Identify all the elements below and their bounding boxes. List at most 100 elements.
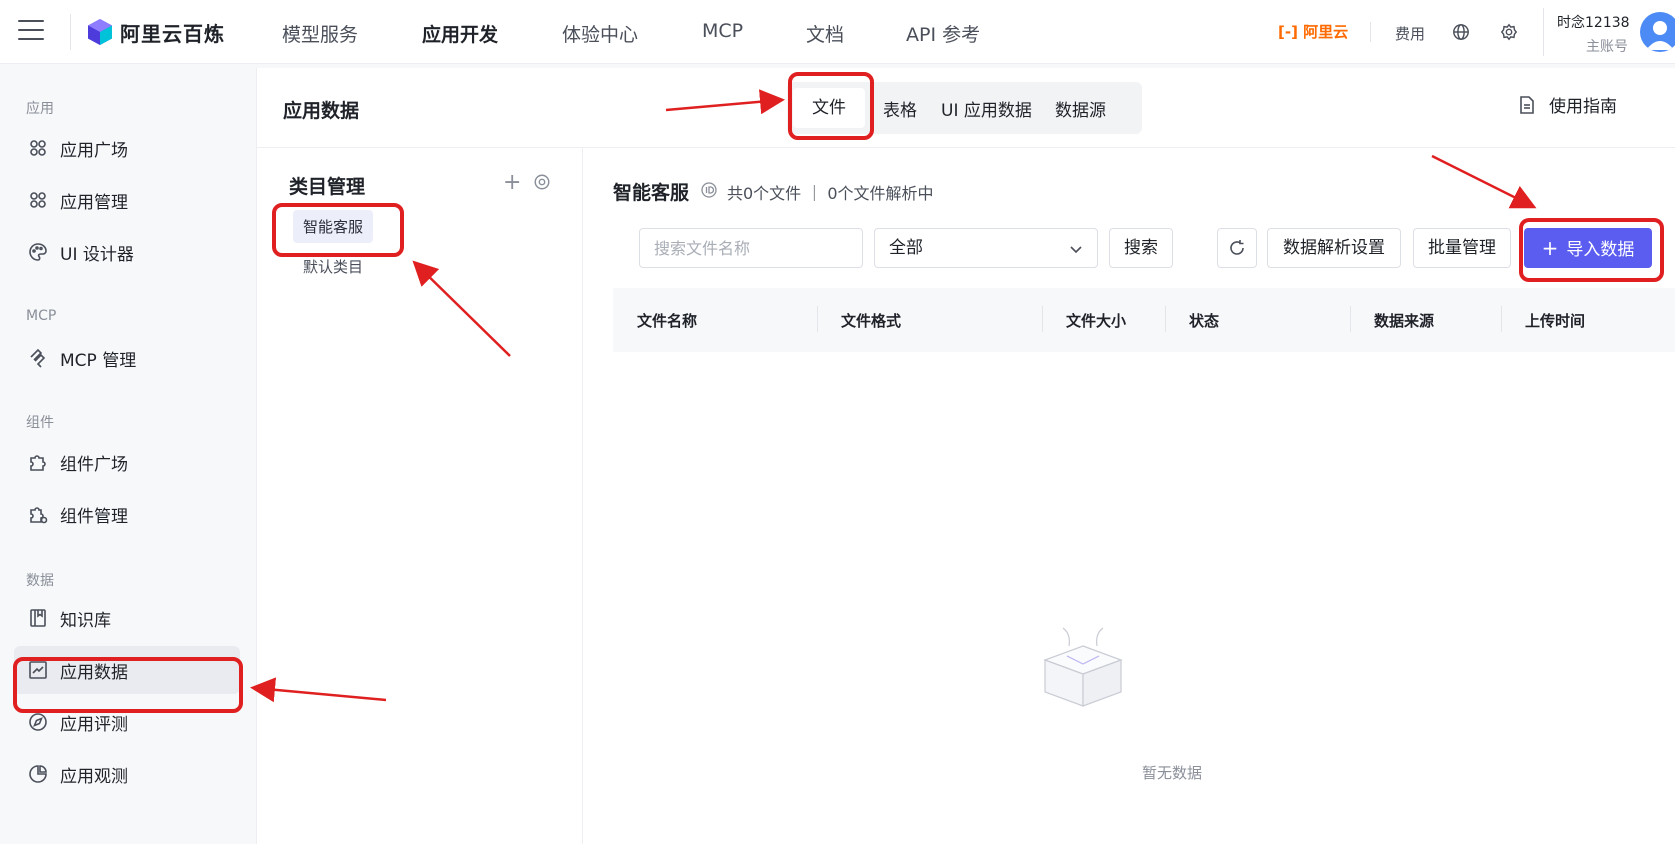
category-title: 类目管理: [289, 176, 366, 198]
sidebar-item-label: UI 设计器: [60, 244, 134, 265]
refresh-button[interactable]: [1217, 228, 1257, 268]
nav-app-dev[interactable]: 应用开发: [422, 20, 498, 47]
sidebar-item-component-square[interactable]: 组件广场: [14, 438, 240, 486]
content-title: 智能客服: [613, 182, 690, 204]
avatar[interactable]: [1640, 12, 1675, 52]
palette-icon: [29, 243, 47, 261]
mcp-icon: [30, 348, 46, 368]
sidebar-item-label: 应用数据: [60, 662, 128, 683]
guide-label: 使用指南: [1549, 97, 1617, 117]
group-label-component: 组件: [26, 415, 54, 431]
sidebar-item-app-manage[interactable]: 应用管理: [14, 176, 240, 224]
tab-file[interactable]: 文件: [793, 88, 865, 128]
category-item-smart-service[interactable]: 智能客服: [293, 210, 374, 243]
book-icon: [30, 609, 46, 627]
tab-table[interactable]: 表格: [883, 96, 917, 121]
document-icon: [1520, 95, 1534, 114]
divider: [257, 147, 1675, 148]
user-name[interactable]: 时念12138: [1557, 12, 1630, 32]
sidebar-item-label: 应用管理: [60, 192, 128, 213]
sidebar-item-label: 应用广场: [60, 140, 128, 161]
sidebar-item-component-manage[interactable]: 组件管理: [14, 490, 240, 538]
sidebar-item-label: 应用评测: [60, 714, 128, 735]
plus-icon: +: [1541, 236, 1559, 260]
divider: [1501, 306, 1502, 332]
column-header: 状态: [1189, 312, 1220, 330]
import-data-button[interactable]: + 导入数据: [1524, 228, 1652, 268]
tab-ui-app-data[interactable]: UI 应用数据: [941, 96, 1032, 121]
user-role: 主账号: [1586, 39, 1628, 55]
table-header: 文件名称 文件格式 文件大小 状态 数据来源 上传时间: [613, 288, 1675, 352]
sidebar-item-ui-designer[interactable]: UI 设计器: [14, 228, 240, 276]
chart-icon: [29, 661, 47, 679]
divider: [1543, 8, 1544, 56]
group-label-app: 应用: [26, 101, 54, 117]
puzzle-gear-icon: [30, 507, 48, 524]
data-type-tabs: 文件 表格 UI 应用数据 数据源: [787, 82, 1142, 134]
sidebar-item-knowledge[interactable]: 知识库: [14, 594, 240, 642]
sidebar-item-app-square[interactable]: 应用广场: [14, 124, 240, 172]
parse-settings-button[interactable]: 数据解析设置: [1267, 228, 1401, 268]
sidebar-item-label: 应用观测: [60, 766, 128, 787]
select-value: 全部: [889, 238, 923, 258]
nav-model-service[interactable]: 模型服务: [282, 20, 358, 47]
refresh-icon: [1230, 240, 1244, 255]
menu-icon[interactable]: [18, 20, 44, 42]
add-category-button[interactable]: +: [503, 170, 521, 195]
apps-icon: [30, 140, 46, 156]
nav-api-ref[interactable]: API 参考: [906, 20, 980, 47]
empty-state: 暂无数据: [957, 762, 1387, 783]
nav-docs[interactable]: 文档: [806, 20, 844, 47]
group-label-data: 数据: [26, 573, 54, 589]
sidebar-item-mcp-manage[interactable]: MCP 管理: [14, 334, 240, 382]
globe-icon[interactable]: [1452, 23, 1470, 41]
tab-data-source[interactable]: 数据源: [1055, 96, 1106, 121]
sidebar-item-app-eval[interactable]: 应用评测: [14, 698, 240, 746]
category-item-default[interactable]: 默认类目: [303, 256, 363, 277]
search-input[interactable]: [639, 228, 863, 268]
empty-box-icon: [1043, 627, 1123, 707]
divider: [1165, 306, 1166, 332]
column-header: 数据来源: [1374, 312, 1435, 330]
search-button[interactable]: 搜索: [1109, 228, 1173, 268]
pie-chart-icon: [29, 765, 47, 783]
empty-text: 暂无数据: [1141, 764, 1202, 782]
sidebar-item-label: 组件广场: [60, 454, 128, 475]
sidebar-item-app-data[interactable]: 应用数据: [14, 646, 240, 694]
bailian-logo-icon: [88, 19, 112, 45]
page-title: 应用数据: [283, 100, 360, 122]
apps-icon: [30, 192, 46, 208]
divider: [1042, 306, 1043, 332]
sidebar: 应用 应用广场 应用管理 UI 设计器 MCP MCP 管理 组件 组件广场 组…: [0, 64, 256, 844]
top-bar: 阿里云百炼 模型服务 应用开发 体验中心 MCP 文档 API 参考 [-] 阿…: [0, 0, 1675, 64]
id-icon[interactable]: [701, 182, 717, 198]
main-panel: 应用数据 文件 表格 UI 应用数据 数据源 使用指南 类目管理 + 智能客服 …: [256, 68, 1675, 844]
nav-experience[interactable]: 体验中心: [562, 20, 638, 47]
nav-mcp[interactable]: MCP: [702, 20, 743, 42]
column-header: 文件大小: [1066, 312, 1127, 330]
sidebar-item-label: 组件管理: [60, 506, 128, 527]
settings-icon[interactable]: [533, 173, 551, 191]
gear-icon[interactable]: [1500, 23, 1518, 41]
sidebar-item-app-observe[interactable]: 应用观测: [14, 750, 240, 798]
guide-link[interactable]: 使用指南: [1517, 92, 1617, 117]
file-count: 共0个文件 ｜ 0个文件解析中: [727, 184, 934, 203]
divider: [817, 306, 818, 332]
import-label: 导入数据: [1566, 240, 1635, 260]
puzzle-icon: [30, 455, 46, 471]
aliyun-logo[interactable]: [-] 阿里云: [1278, 21, 1348, 42]
divider: [70, 14, 71, 50]
group-label-mcp: MCP: [26, 308, 57, 324]
sidebar-item-label: 知识库: [60, 610, 111, 631]
compass-icon: [29, 713, 47, 731]
billing-link[interactable]: 费用: [1395, 23, 1425, 44]
brand-name: 阿里云百炼: [120, 22, 225, 46]
sidebar-item-label: MCP 管理: [60, 350, 137, 371]
chevron-down-icon: [1070, 246, 1082, 254]
status-filter-select[interactable]: 全部: [874, 228, 1098, 268]
column-header: 上传时间: [1525, 312, 1586, 330]
divider: [1370, 22, 1371, 42]
divider: [1350, 306, 1351, 332]
user-avatar-icon: [1646, 21, 1674, 50]
batch-manage-button[interactable]: 批量管理: [1413, 228, 1511, 268]
